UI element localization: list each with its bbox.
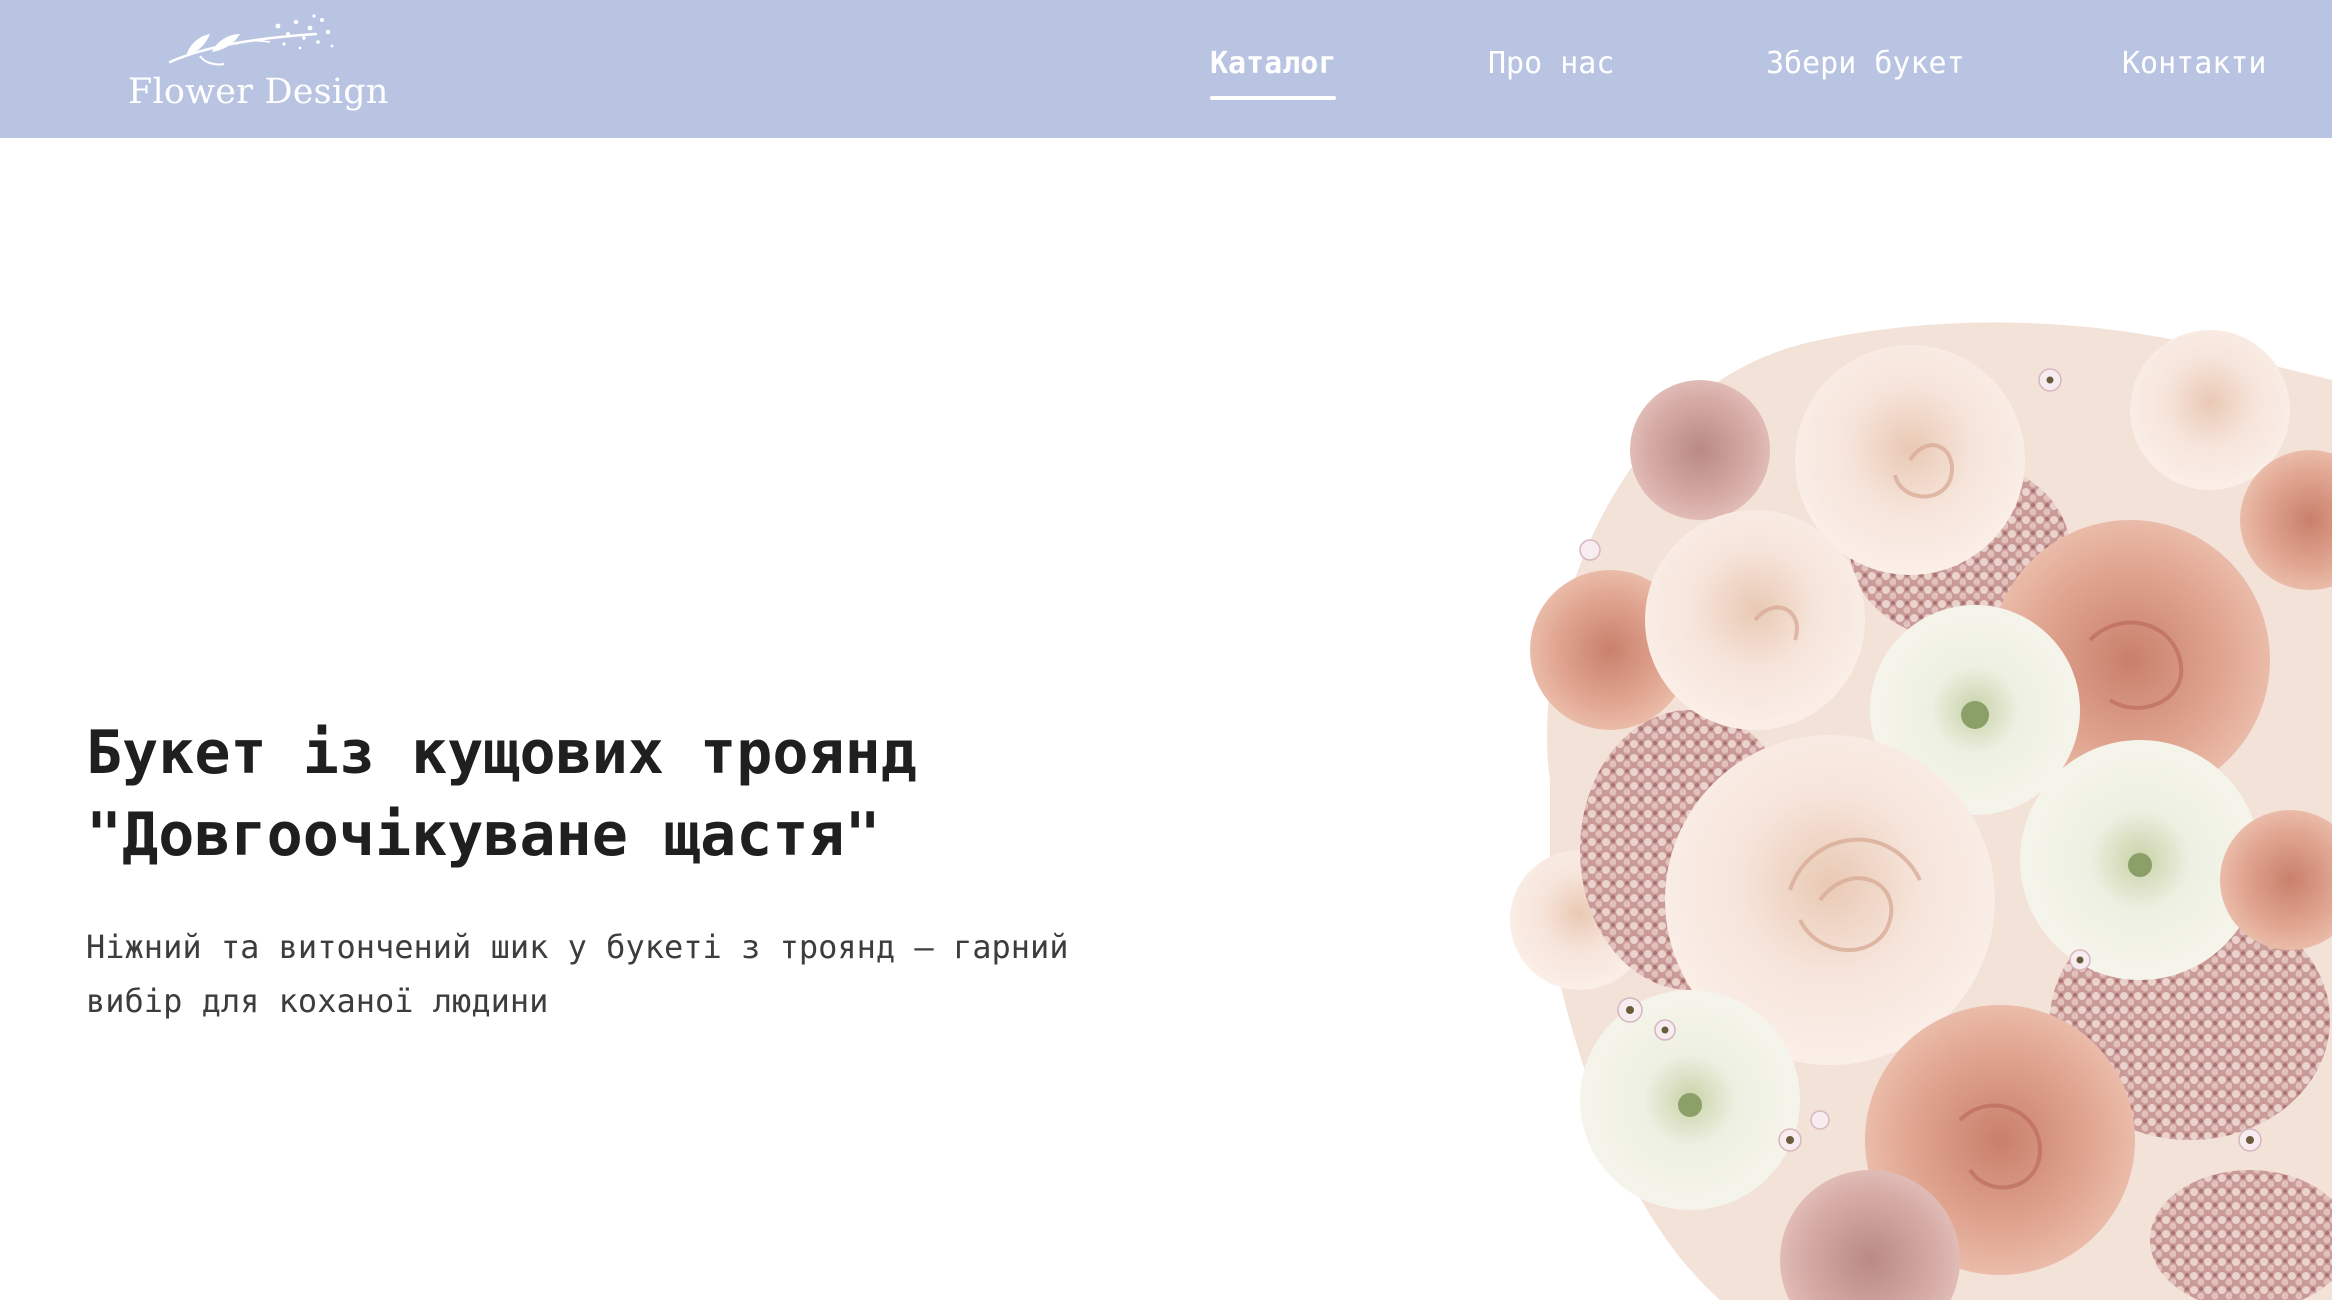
hero-title: Букет із кущових троянд "Довгоочікуване … [86, 712, 1186, 876]
hero-title-line-2: "Довгоочікуване щастя" [86, 800, 881, 870]
hero-subtitle-line-2: вибір для коханої людини [86, 982, 549, 1020]
rose-bouquet-image [1490, 320, 2332, 1300]
main-nav: Каталог Про нас Збери букет Контакти [0, 46, 2332, 106]
nav-item-label: Про нас [1488, 46, 1615, 81]
hero-title-line-1: Букет із кущових троянд [86, 718, 917, 788]
active-nav-underline [1210, 96, 1337, 100]
nav-item-label: Каталог [1210, 46, 1337, 81]
nav-item-label: Збери букет [1766, 46, 1965, 81]
nav-item-about[interactable]: Про нас [1488, 46, 1614, 81]
hero-subtitle: Ніжний та витончений шик у букеті з троя… [86, 920, 1186, 1028]
nav-item-contacts[interactable]: Контакти [2122, 46, 2267, 81]
hero-subtitle-line-1: Ніжний та витончений шик у букеті з троя… [86, 928, 1069, 966]
nav-item-label: Контакти [2122, 46, 2267, 81]
site-header: Flower Design Каталог Про нас Збери буке… [0, 0, 2332, 138]
nav-item-catalog[interactable]: Каталог [1210, 46, 1337, 100]
nav-item-build-bouquet[interactable]: Збери букет [1766, 46, 1965, 81]
